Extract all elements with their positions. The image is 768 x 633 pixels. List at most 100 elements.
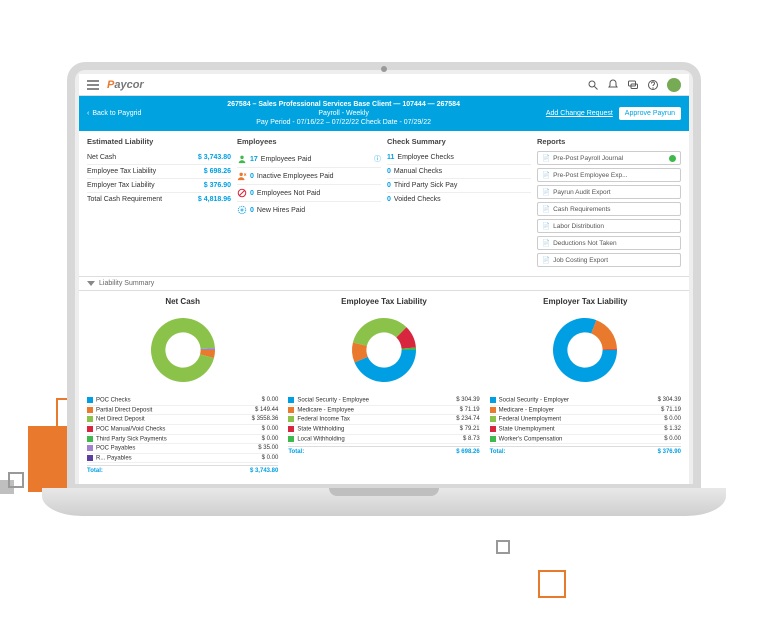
legend-row: Local Withholding$ 8.73	[288, 435, 479, 445]
report-button[interactable]: 📄Deductions Not Taken	[537, 236, 681, 250]
topbar: Paycor	[79, 74, 689, 96]
label: Total Cash Requirement	[87, 196, 162, 203]
legend-label: POC Checks	[96, 398, 131, 404]
user-x-icon	[237, 171, 247, 181]
context-bar: ‹ Back to Paygrid 267584 – Sales Profess…	[79, 96, 689, 131]
user-icon	[237, 154, 247, 164]
count: 0	[250, 207, 254, 214]
label: Net Cash	[87, 154, 116, 161]
swatch	[87, 426, 93, 432]
check-summary-card: Check Summary 11Employee Checks 0Manual C…	[387, 137, 531, 270]
swatch	[490, 426, 496, 432]
deco-square	[8, 472, 24, 488]
count[interactable]: 17	[250, 156, 258, 163]
amount: $ 698.26	[204, 168, 231, 175]
liability-row: Employer Tax Liability $ 376.90	[87, 179, 231, 193]
legend-value: $ 1.32	[664, 426, 681, 433]
chevron-down-icon	[87, 281, 95, 286]
employee-row: 0Employees Not Paid	[237, 185, 381, 202]
legend-row: Partial Direct Deposit $ 149.44	[87, 406, 278, 416]
report-button[interactable]: 📄Labor Distribution	[537, 219, 681, 233]
search-icon[interactable]	[587, 79, 599, 91]
legend-total: Total:$ 376.90	[490, 446, 681, 456]
approve-payrun-button[interactable]: Approve Payrun	[619, 107, 681, 120]
legend-value: $ 149.44	[255, 407, 278, 414]
employee-row: 0New Hires Paid	[237, 202, 381, 218]
label: Inactive Employees Paid	[257, 173, 334, 180]
doc-icon: 📄	[542, 188, 550, 196]
chevron-left-icon: ‹	[87, 110, 89, 117]
doc-icon: 📄	[542, 205, 550, 213]
chart-title: Employee Tax Liability	[288, 297, 479, 306]
charts-row: Net CashPOC Checks$ 0.00Partial Direct D…	[79, 291, 689, 481]
deco-square	[496, 540, 510, 554]
legend-value: $ 304.39	[658, 397, 681, 404]
logo-text: aycor	[114, 79, 143, 91]
check-row: 11Employee Checks	[387, 151, 531, 165]
report-button[interactable]: 📄Cash Requirements	[537, 202, 681, 216]
legend-label: Medicare - Employee	[297, 407, 354, 413]
laptop-mockup: Paycor ‹ Back to Paygrid 267584 – Sales …	[67, 62, 701, 530]
legend-total: Total:$ 3,743.80	[87, 465, 278, 475]
report-button[interactable]: 📄Payrun Audit Export	[537, 185, 681, 199]
swatch	[87, 445, 93, 451]
legend-value: $ 0.00	[262, 455, 279, 462]
chart-column: Net CashPOC Checks$ 0.00Partial Direct D…	[87, 297, 278, 475]
count: 0	[387, 182, 391, 189]
logo: Paycor	[107, 79, 144, 91]
check-row: 0Third Party Sick Pay	[387, 179, 531, 193]
legend-row: Federal Income Tax$ 234.74	[288, 415, 479, 425]
report-label: Deductions Not Taken	[553, 240, 616, 247]
legend-label: Third Party Sick Payments	[96, 436, 167, 442]
report-button[interactable]: 📄Job Costing Export	[537, 253, 681, 267]
client-name: 267584 – Sales Professional Services Bas…	[141, 100, 545, 109]
estimated-liability-card: Estimated Liability Net Cash$ 3,743.80Em…	[87, 137, 231, 270]
swatch	[87, 397, 93, 403]
count: 0	[250, 190, 254, 197]
report-button[interactable]: 📄Pre-Post Employee Exp...	[537, 168, 681, 182]
label: Manual Checks	[394, 168, 442, 175]
section-title: Liability Summary	[99, 280, 154, 287]
amount: $ 376.90	[204, 182, 231, 189]
legend-row: R... Payables$ 0.00	[87, 454, 278, 464]
doc-icon: 📄	[542, 171, 550, 179]
legend-label: Partial Direct Deposit	[96, 407, 152, 413]
swatch	[288, 416, 294, 422]
legend-row: Worker's Compensation$ 0.00	[490, 435, 681, 445]
label: Employer Tax Liability	[87, 182, 155, 189]
chat-icon[interactable]	[627, 79, 639, 91]
legend-label: POC Payables	[96, 446, 135, 452]
doc-icon: 📄	[542, 239, 550, 247]
legend-row: Net Direct Deposit$ 3558.36	[87, 415, 278, 425]
legend-label: POC Manual/Void Checks	[96, 427, 165, 433]
menu-icon[interactable]	[87, 80, 99, 90]
swatch	[87, 455, 93, 461]
card-title: Check Summary	[387, 137, 531, 146]
add-change-request-link[interactable]: Add Change Request	[546, 110, 613, 117]
legend-value: $ 8.73	[463, 436, 480, 443]
legend-value: $ 35.00	[258, 445, 278, 452]
label: Third Party Sick Pay	[394, 182, 457, 189]
legend-value: $ 79.21	[460, 426, 480, 433]
report-button[interactable]: 📄Pre-Post Payroll Journal	[537, 151, 681, 165]
swatch	[288, 407, 294, 413]
doc-icon: 📄	[542, 222, 550, 230]
report-label: Labor Distribution	[553, 223, 604, 230]
avatar[interactable]	[667, 78, 681, 92]
help-icon[interactable]	[647, 79, 659, 91]
legend: Social Security - Employer$ 304.39Medica…	[490, 396, 681, 456]
liability-summary-header[interactable]: Liability Summary	[79, 276, 689, 291]
swatch	[288, 426, 294, 432]
swatch	[87, 416, 93, 422]
card-title: Reports	[537, 137, 681, 146]
back-link[interactable]: ‹ Back to Paygrid	[87, 110, 141, 117]
legend-value: $ 0.00	[664, 416, 681, 423]
swatch	[87, 407, 93, 413]
report-label: Pre-Post Employee Exp...	[553, 172, 627, 179]
info-icon[interactable]: ⓘ	[374, 154, 381, 164]
legend-value: $ 234.74	[456, 416, 479, 423]
bell-icon[interactable]	[607, 79, 619, 91]
legend-total: Total:$ 698.26	[288, 446, 479, 456]
chart-title: Employer Tax Liability	[490, 297, 681, 306]
legend-row: Social Security - Employer$ 304.39	[490, 396, 681, 406]
